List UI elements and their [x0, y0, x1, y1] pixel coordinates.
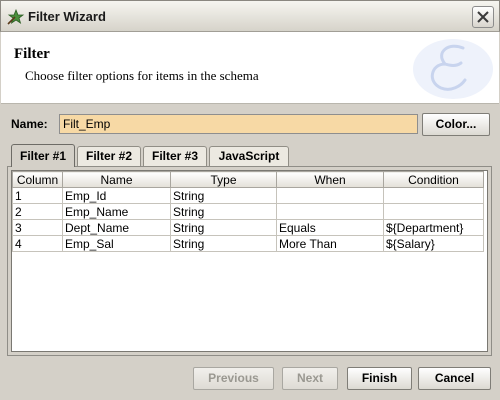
cell-when[interactable]: [276, 203, 384, 220]
name-input[interactable]: Filt_Emp: [59, 114, 418, 134]
tab-filter-1[interactable]: Filter #1: [11, 144, 75, 167]
cell-name[interactable]: Dept_Name: [62, 219, 171, 236]
cell-type[interactable]: String: [170, 219, 277, 236]
column-header-name[interactable]: Name: [62, 171, 171, 188]
tab-filter-3[interactable]: Filter #3: [143, 146, 207, 167]
wand-icon: [7, 9, 25, 25]
cell-when[interactable]: Equals: [276, 219, 384, 236]
table-row[interactable]: 3 Dept_Name String Equals ${Department}: [12, 219, 484, 236]
column-header-condition[interactable]: Condition: [383, 171, 484, 188]
cell-type[interactable]: String: [170, 235, 277, 252]
filter-table-container[interactable]: Column Name Type When Condition 1 Emp_Id…: [11, 170, 488, 352]
cancel-button[interactable]: Cancel: [418, 367, 491, 390]
tab-panel: Column Name Type When Condition 1 Emp_Id…: [7, 166, 492, 356]
title-bar: Filter Wizard: [0, 0, 500, 32]
tab-filter-2[interactable]: Filter #2: [77, 146, 141, 167]
color-button[interactable]: Color...: [422, 113, 490, 136]
table-row[interactable]: 2 Emp_Name String: [12, 203, 484, 220]
cell-condition[interactable]: ${Salary}: [383, 235, 484, 252]
table-header-row: Column Name Type When Condition: [12, 171, 484, 188]
column-header-column[interactable]: Column: [12, 171, 63, 188]
name-label: Name:: [11, 117, 48, 131]
header-title: Filter: [14, 46, 50, 62]
cell-when[interactable]: More Than: [276, 235, 384, 252]
table-row[interactable]: 1 Emp_Id String: [12, 187, 484, 204]
cell-name[interactable]: Emp_Sal: [62, 235, 171, 252]
filter-table: Column Name Type When Condition 1 Emp_Id…: [12, 171, 484, 252]
previous-button[interactable]: Previous: [193, 367, 274, 390]
cell-column[interactable]: 2: [12, 203, 63, 220]
window-title: Filter Wizard: [28, 9, 106, 24]
cell-condition[interactable]: ${Department}: [383, 219, 484, 236]
table-row[interactable]: 4 Emp_Sal String More Than ${Salary}: [12, 235, 484, 252]
cell-column[interactable]: 4: [12, 235, 63, 252]
header-subtitle: Choose filter options for items in the s…: [25, 68, 259, 83]
decorative-script-e-icon: [413, 39, 493, 99]
tab-javascript[interactable]: JavaScript: [209, 146, 289, 167]
cell-when[interactable]: [276, 187, 384, 204]
cell-type[interactable]: String: [170, 187, 277, 204]
cell-type[interactable]: String: [170, 203, 277, 220]
cell-column[interactable]: 1: [12, 187, 63, 204]
cell-condition[interactable]: [383, 203, 484, 220]
finish-button[interactable]: Finish: [347, 367, 412, 390]
cell-name[interactable]: Emp_Name: [62, 203, 171, 220]
wizard-header: Filter Choose filter options for items i…: [1, 32, 499, 104]
column-header-type[interactable]: Type: [170, 171, 277, 188]
next-button[interactable]: Next: [282, 367, 338, 390]
close-button[interactable]: [472, 6, 494, 28]
close-icon: [477, 11, 489, 23]
column-header-when[interactable]: When: [276, 171, 384, 188]
cell-name[interactable]: Emp_Id: [62, 187, 171, 204]
cell-condition[interactable]: [383, 187, 484, 204]
cell-column[interactable]: 3: [12, 219, 63, 236]
